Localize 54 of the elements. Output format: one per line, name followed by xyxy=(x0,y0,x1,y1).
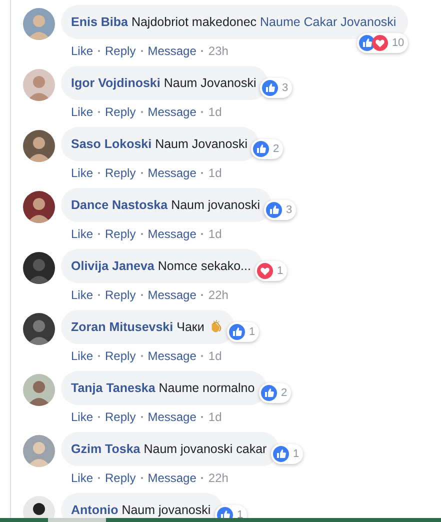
avatar[interactable] xyxy=(23,130,55,162)
action-link[interactable]: Like xyxy=(71,164,94,182)
comment-text: Nomce sekako... xyxy=(158,259,251,273)
avatar[interactable] xyxy=(23,313,55,345)
action-link[interactable]: Reply xyxy=(105,408,136,426)
like-icon xyxy=(266,202,282,218)
action-link[interactable]: Message xyxy=(148,347,196,365)
action-link[interactable]: Like xyxy=(71,103,94,121)
action-link[interactable]: Reply xyxy=(105,103,136,121)
author-name[interactable]: Igor Vojdinoski xyxy=(71,76,160,90)
action-link[interactable]: Like xyxy=(71,469,94,487)
action-link[interactable]: Reply xyxy=(105,225,136,243)
like-icon xyxy=(261,385,277,401)
comment-text: Naum jovanoski cakar xyxy=(144,442,267,456)
author-name[interactable]: Zoran Mitusevski xyxy=(71,320,174,334)
mention-link[interactable]: Naume Cakar Jovanoski xyxy=(260,15,396,29)
action-link[interactable]: Message xyxy=(148,408,196,426)
action-link[interactable]: Reply xyxy=(105,286,136,304)
comment-text: Naume normalno xyxy=(158,381,255,395)
action-link[interactable]: Like xyxy=(71,408,94,426)
like-icon xyxy=(262,80,278,96)
like-icon xyxy=(358,35,375,51)
author-name[interactable]: Olivija Janeva xyxy=(71,259,154,273)
action-link[interactable]: Reply xyxy=(105,42,136,60)
author-name[interactable]: Tanja Taneska xyxy=(71,381,156,395)
action-link[interactable]: Like xyxy=(71,286,94,304)
action-link[interactable]: Like xyxy=(71,347,94,365)
action-link[interactable]: Message xyxy=(148,286,196,304)
comment-text: Naum Jovanoski xyxy=(155,137,248,151)
author-name[interactable]: Saso Lokoski xyxy=(71,137,152,151)
action-link[interactable]: Message xyxy=(148,164,196,182)
action-link[interactable]: Like xyxy=(71,225,94,243)
avatar[interactable] xyxy=(23,252,55,284)
author-name[interactable]: Gzim Toska xyxy=(71,442,140,456)
action-link[interactable]: Reply xyxy=(105,469,136,487)
comment-text: Naum jovanoski xyxy=(171,198,260,212)
avatar[interactable] xyxy=(23,191,55,223)
author-name[interactable]: Antonio xyxy=(71,503,118,517)
action-link[interactable]: Message xyxy=(148,469,196,487)
comment-text: Чаки xyxy=(176,320,204,334)
action-link[interactable]: Like xyxy=(71,42,94,60)
comment-text: Naum jovanoski xyxy=(122,503,211,517)
author-name[interactable]: Dance Nastoska xyxy=(71,198,168,212)
comment-text: Najdobriot makedonec xyxy=(131,15,257,29)
like-icon xyxy=(229,324,245,340)
comment-text: Naum Jovanoski xyxy=(164,76,256,90)
action-link[interactable]: Reply xyxy=(105,347,136,365)
like-icon xyxy=(253,141,269,157)
action-link[interactable]: Message xyxy=(148,103,196,121)
like-icon xyxy=(273,446,289,462)
action-link[interactable]: Reply xyxy=(105,164,136,182)
author-name[interactable]: Enis Biba xyxy=(71,15,128,29)
action-link[interactable]: Message xyxy=(148,225,196,243)
action-link[interactable]: Message xyxy=(148,42,196,60)
